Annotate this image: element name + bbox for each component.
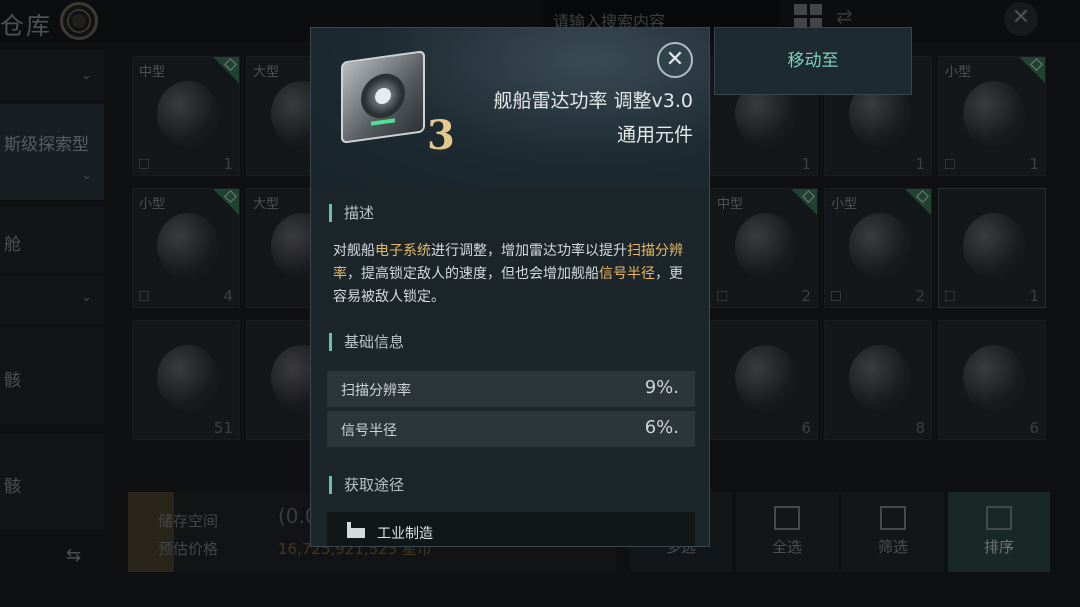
radar-module-icon <box>341 50 425 144</box>
item-level: 3 <box>427 112 455 159</box>
item-detail-modal: 3 ✕ 舰船雷达功率 调整v3.0 通用元件 描述 对舰船电子系统进行调整，增加… <box>310 27 710 547</box>
item-name: 舰船雷达功率 调整v3.0 <box>493 90 693 112</box>
section-title-description: 描述 <box>329 204 374 222</box>
source-industrial-row[interactable]: 工业制造 <box>327 512 695 546</box>
stat-row: 扫描分辨率 9%. <box>327 371 695 407</box>
factory-icon <box>347 522 365 538</box>
item-description: 对舰船电子系统进行调整，增加雷达功率以提升扫描分辨率，提高锁定敌人的速度，但也会… <box>333 243 683 305</box>
item-type: 通用元件 <box>616 124 693 146</box>
modal-header: 3 ✕ 舰船雷达功率 调整v3.0 通用元件 <box>311 28 709 188</box>
move-to-button[interactable]: 移动至 <box>714 27 912 95</box>
close-button[interactable]: ✕ <box>657 42 693 78</box>
section-title-source: 获取途径 <box>329 476 404 494</box>
section-title-basic-info: 基础信息 <box>329 333 404 351</box>
stat-row: 信号半径 6%. <box>327 411 695 447</box>
